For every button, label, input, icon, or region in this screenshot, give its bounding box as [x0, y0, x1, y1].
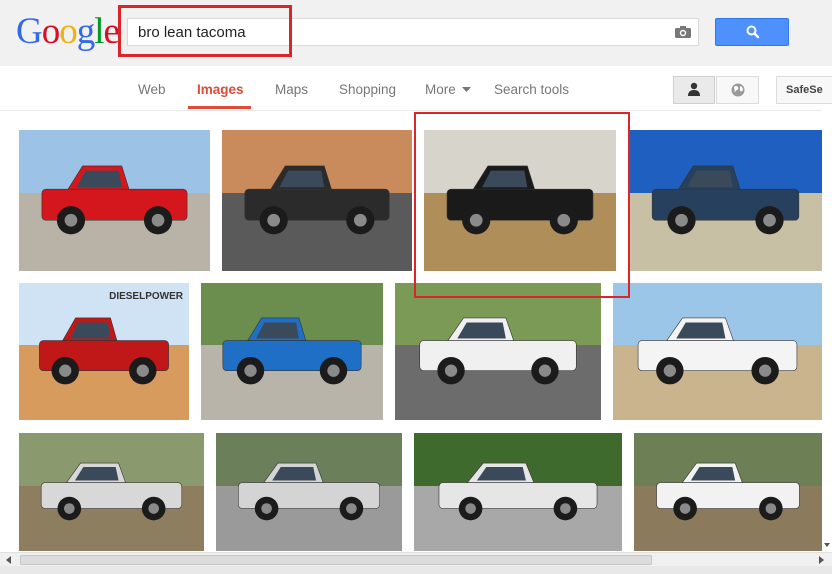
horizontal-scrollbar-thumb[interactable] — [20, 555, 652, 565]
result-thumbnail — [19, 433, 204, 551]
truck-hubcap — [765, 503, 777, 514]
result-thumbnail — [201, 283, 383, 420]
result-thumbnail — [414, 433, 622, 551]
truck-hubcap — [346, 503, 357, 514]
image-result[interactable] — [19, 433, 204, 551]
truck-hubcap — [64, 213, 78, 227]
logo-letter: g — [76, 11, 95, 52]
result-thumbnail — [634, 433, 822, 551]
image-result[interactable]: DIESELPOWER — [19, 283, 189, 420]
tab-maps[interactable]: Maps — [275, 82, 308, 97]
truck-hubcap — [59, 364, 72, 377]
image-result[interactable] — [414, 433, 622, 551]
truck-hubcap — [151, 213, 165, 227]
truck-hubcap — [148, 503, 159, 514]
logo-letter: e — [103, 11, 120, 52]
result-thumbnail — [216, 433, 402, 551]
truck-hubcap — [679, 503, 691, 514]
globe-icon — [731, 83, 745, 97]
vertical-scrollbar[interactable] — [822, 110, 832, 552]
status-bar — [0, 566, 832, 574]
image-result[interactable] — [395, 283, 601, 420]
image-result[interactable] — [201, 283, 383, 420]
caret-down-icon — [461, 87, 471, 93]
personal-results-button[interactable] — [673, 76, 715, 104]
truck-hubcap — [353, 213, 367, 227]
truck-hubcap — [465, 503, 476, 514]
image-result[interactable] — [222, 130, 412, 271]
logo-letter: l — [94, 11, 104, 52]
result-thumbnail — [629, 130, 822, 271]
truck-hubcap — [444, 364, 458, 377]
active-tab-indicator — [188, 106, 251, 109]
result-highlight-box — [414, 112, 630, 298]
result-thumbnail — [395, 283, 601, 420]
truck-hubcap — [136, 364, 149, 377]
result-thumbnail — [19, 130, 210, 271]
person-icon — [688, 82, 700, 96]
truck-hubcap — [560, 503, 571, 514]
logo-letter: o — [41, 11, 60, 52]
image-result[interactable] — [634, 433, 822, 551]
google-logo[interactable]: Google — [16, 11, 120, 52]
safesearch-button[interactable]: SafeSe — [776, 76, 832, 104]
truck-hubcap — [64, 503, 75, 514]
image-result[interactable] — [19, 130, 210, 271]
truck-hubcap — [538, 364, 552, 377]
logo-letter: G — [16, 11, 43, 52]
image-result[interactable] — [613, 283, 822, 420]
tab-web[interactable]: Web — [138, 82, 166, 97]
truck-hubcap — [327, 364, 340, 377]
truck-hubcap — [261, 503, 272, 514]
truck-hubcap — [675, 213, 688, 227]
tab-more-label: More — [425, 82, 456, 97]
scroll-arrow-down-icon[interactable] — [822, 540, 832, 550]
tab-images[interactable]: Images — [197, 82, 244, 97]
search-icon — [746, 25, 760, 39]
result-thumbnail — [222, 130, 412, 271]
tab-search-tools[interactable]: Search tools — [494, 82, 569, 97]
image-result[interactable] — [629, 130, 822, 271]
search-button[interactable] — [715, 18, 789, 46]
truck-hubcap — [267, 213, 281, 227]
logo-letter: o — [59, 11, 77, 52]
truck-hubcap — [244, 364, 257, 377]
global-results-button[interactable] — [716, 76, 759, 104]
truck-hubcap — [763, 213, 776, 227]
camera-icon[interactable] — [674, 25, 692, 39]
tab-shopping[interactable]: Shopping — [339, 82, 396, 97]
search-highlight-box — [118, 5, 292, 57]
result-thumbnail: DIESELPOWER — [19, 283, 189, 420]
watermark-text: DIESELPOWER — [109, 291, 184, 302]
scroll-arrow-left-icon[interactable] — [2, 554, 16, 566]
scroll-arrow-right-icon[interactable] — [814, 554, 828, 566]
result-thumbnail — [613, 283, 822, 420]
tab-more[interactable]: More — [425, 82, 471, 97]
truck-hubcap — [758, 364, 772, 377]
image-result[interactable] — [216, 433, 402, 551]
truck-hubcap — [663, 364, 677, 377]
